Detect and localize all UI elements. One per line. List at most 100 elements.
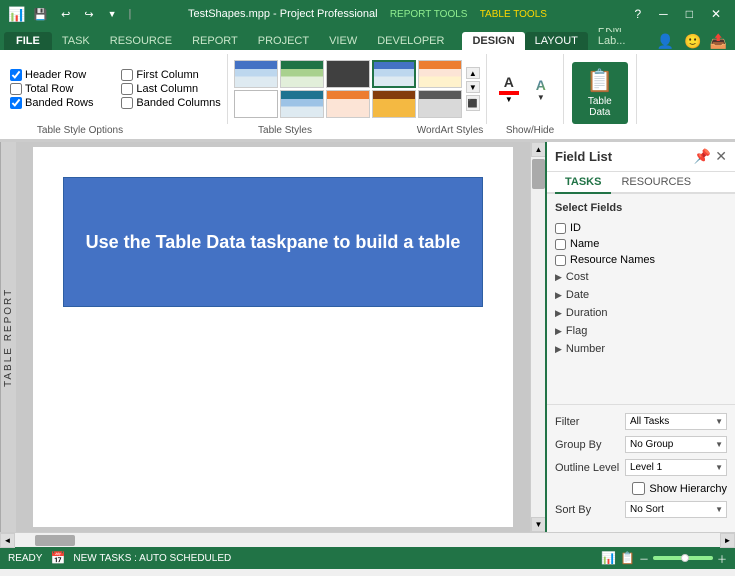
scroll-up-button[interactable]: ▲ <box>531 142 546 157</box>
zoom-in-icon[interactable]: ＋ <box>717 551 727 566</box>
field-group-duration-label: Duration <box>566 307 608 319</box>
zoom-slider[interactable] <box>653 556 713 560</box>
style-extra1[interactable] <box>326 90 370 118</box>
field-resource-names-label: Resource Names <box>570 254 655 266</box>
tab-layout[interactable]: LAYOUT <box>525 32 588 50</box>
fl-tab-resources[interactable]: RESOURCES <box>611 172 701 194</box>
show-hierarchy-checkbox[interactable] <box>632 482 645 495</box>
filter-label: Filter <box>555 416 625 428</box>
zoom-out-icon[interactable]: － <box>639 551 649 566</box>
tab-project[interactable]: PROJECT <box>248 32 319 50</box>
sort-by-select[interactable]: No Sort <box>625 501 727 518</box>
tab-file[interactable]: FILE <box>4 32 52 50</box>
fl-tab-tasks[interactable]: TASKS <box>555 172 611 194</box>
banded-columns-checkbox[interactable] <box>121 97 133 109</box>
style-extra3[interactable] <box>418 90 462 118</box>
style-none[interactable] <box>234 90 278 118</box>
field-resource-names[interactable]: Resource Names <box>555 252 727 268</box>
field-list-close-button[interactable]: ✕ <box>715 148 727 165</box>
tab-view[interactable]: VIEW <box>319 32 367 50</box>
style-orange[interactable] <box>418 60 462 88</box>
field-group-date-label: Date <box>566 289 589 301</box>
scroll-left-button[interactable]: ◄ <box>0 533 15 548</box>
style-blue[interactable] <box>234 60 278 88</box>
scroll-h-thumb[interactable] <box>35 535 75 546</box>
banded-rows-checkbox-item[interactable]: Banded Rows <box>10 97 109 109</box>
quick-access-more[interactable]: ▼ <box>102 7 123 21</box>
table-data-button[interactable]: 📋 TableData <box>572 62 628 124</box>
style-extra2[interactable] <box>372 90 416 118</box>
style-selected-blue[interactable] <box>372 60 416 88</box>
style-dark[interactable] <box>326 60 370 88</box>
field-group-duration-header[interactable]: ▶ Duration <box>555 306 727 320</box>
filter-select[interactable]: All Tasks <box>625 413 727 430</box>
outline-level-select[interactable]: Level 1 <box>625 459 727 476</box>
last-column-checkbox[interactable] <box>121 83 133 95</box>
tab-resource[interactable]: RESOURCE <box>100 32 182 50</box>
table-style-options-label: Table Style Options <box>0 124 160 139</box>
redo-button[interactable]: ↪ <box>78 6 99 23</box>
wordart-text-color-btn[interactable]: A ▼ <box>495 66 523 112</box>
save-button[interactable]: 💾 <box>27 6 53 23</box>
scroll-thumb[interactable] <box>532 159 545 189</box>
minimize-button[interactable]: ─ <box>653 5 674 23</box>
help-button[interactable]: ? <box>628 5 647 23</box>
field-group-date-header[interactable]: ▶ Date <box>555 288 727 302</box>
scroll-right-button[interactable]: ► <box>720 533 735 548</box>
tab-task[interactable]: TASK <box>52 32 100 50</box>
style-scroll-down[interactable]: ▼ <box>466 81 480 93</box>
field-group-flag-header[interactable]: ▶ Flag <box>555 324 727 338</box>
style-scroll-up[interactable]: ▲ <box>466 67 480 79</box>
fill-color-dropdown[interactable]: ▼ <box>537 93 545 102</box>
tab-design-report[interactable]: DESIGN <box>462 32 524 50</box>
total-row-checkbox[interactable] <box>10 83 22 95</box>
field-id[interactable]: ID <box>555 220 727 236</box>
total-row-checkbox-item[interactable]: Total Row <box>10 83 109 95</box>
scroll-down-button[interactable]: ▼ <box>531 517 546 532</box>
field-id-checkbox[interactable] <box>555 223 566 234</box>
field-group-number-header[interactable]: ▶ Number <box>555 342 727 356</box>
banded-columns-checkbox-item[interactable]: Banded Columns <box>121 97 220 109</box>
wordart-fill-btn[interactable]: A ▼ <box>527 66 555 112</box>
view-icon-1[interactable]: 📊 <box>601 551 616 565</box>
view-icon-2[interactable]: 📋 <box>620 551 635 565</box>
style-teal[interactable] <box>280 90 324 118</box>
field-name-checkbox[interactable] <box>555 239 566 250</box>
text-color-dropdown[interactable]: ▼ <box>505 95 513 104</box>
sort-by-label: Sort By <box>555 504 625 516</box>
canvas-inner: Use the Table Data taskpane to build a t… <box>33 147 513 527</box>
main-area: TABLE REPORT Use the Table Data taskpane… <box>0 142 735 532</box>
field-group-cost-header[interactable]: ▶ Cost <box>555 270 727 284</box>
tab-developer[interactable]: DEVELOPER <box>367 32 454 50</box>
field-resource-names-checkbox[interactable] <box>555 255 566 266</box>
last-column-checkbox-item[interactable]: Last Column <box>121 83 220 95</box>
group-by-select-wrapper: No Group <box>625 436 727 453</box>
first-column-label: First Column <box>136 69 198 81</box>
field-list-body: Select Fields ID Name Resource Names ▶ C… <box>547 194 735 404</box>
style-scroll-more[interactable]: ⬛ <box>466 95 480 111</box>
restore-button[interactable]: □ <box>680 5 699 23</box>
header-row-checkbox-item[interactable]: Header Row <box>10 69 109 81</box>
outline-level-row: Outline Level Level 1 <box>555 459 727 476</box>
blue-box-text: Use the Table Data taskpane to build a t… <box>76 222 471 263</box>
title-bar: 📊 💾 ↩ ↪ ▼ | TestShapes.mpp - Project Pro… <box>0 0 735 28</box>
field-list-title: Field List <box>555 149 612 164</box>
report-tools-label: REPORT TOOLS <box>390 9 468 20</box>
first-column-checkbox[interactable] <box>121 69 133 81</box>
tab-report[interactable]: REPORT <box>182 32 248 50</box>
ribbon: Header Row First Column Total Row Last C… <box>0 50 735 142</box>
undo-button[interactable]: ↩ <box>55 6 76 23</box>
quick-access-toolbar: 📊 💾 ↩ ↪ ▼ | <box>8 6 135 23</box>
blue-box[interactable]: Use the Table Data taskpane to build a t… <box>63 177 483 307</box>
field-list-pin[interactable]: 📌 <box>694 148 711 165</box>
style-green[interactable] <box>280 60 324 88</box>
group-by-select[interactable]: No Group <box>625 436 727 453</box>
header-row-checkbox[interactable] <box>10 69 22 81</box>
field-name[interactable]: Name <box>555 236 727 252</box>
zoom-thumb <box>681 554 689 562</box>
close-button[interactable]: ✕ <box>705 5 727 23</box>
banded-rows-checkbox[interactable] <box>10 97 22 109</box>
document-title: TestShapes.mpp - Project Professional <box>188 8 378 20</box>
first-column-checkbox-item[interactable]: First Column <box>121 69 220 81</box>
outline-level-select-wrapper: Level 1 <box>625 459 727 476</box>
